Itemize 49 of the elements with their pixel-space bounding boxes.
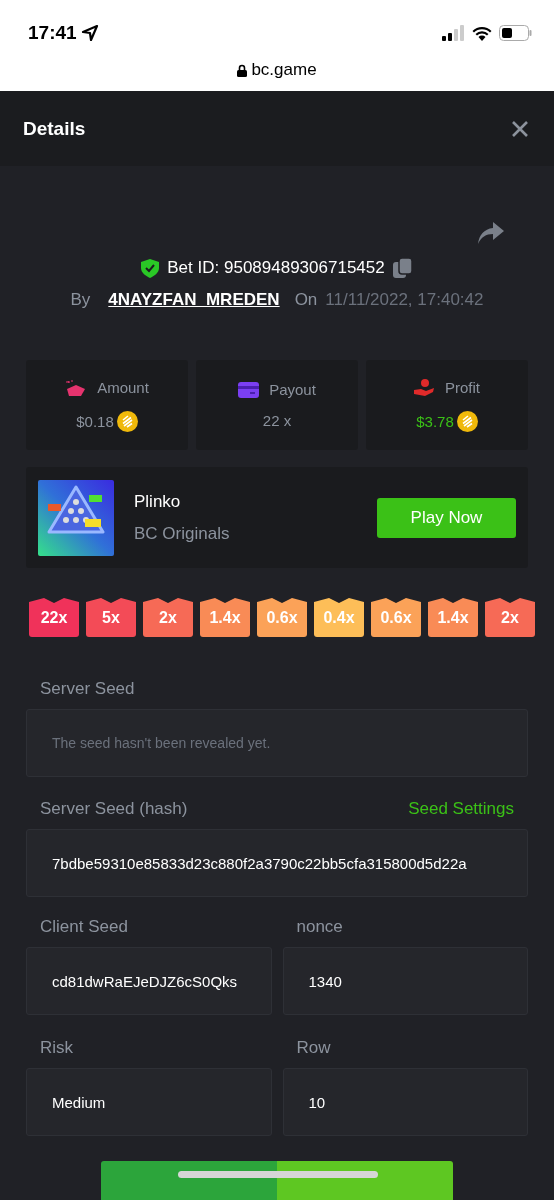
clock: 17:41	[28, 22, 77, 44]
game-title: Plinko	[134, 491, 182, 512]
field-label: nonce	[296, 917, 343, 937]
stat-label: Profit	[445, 379, 480, 396]
tag-icon	[65, 378, 88, 397]
dialog-title: Details	[23, 117, 86, 140]
input-field[interactable]: Medium	[26, 1068, 272, 1136]
stat-label: Payout	[269, 381, 316, 398]
field-label: Client Seed	[40, 917, 128, 937]
seed-settings-link[interactable]: Seed Settings	[408, 799, 514, 819]
multiplier-slot: 2x	[143, 598, 193, 637]
field-label: Risk	[40, 1038, 74, 1058]
multiplier-slot: 1.4x	[200, 598, 250, 637]
by-label: By	[70, 290, 91, 310]
wifi-icon	[471, 25, 493, 41]
stat-value: $3.78	[416, 412, 454, 430]
input-field[interactable]: 10	[282, 1068, 528, 1136]
field-label: Row	[296, 1038, 331, 1058]
game-provider: BC Originals	[134, 523, 231, 544]
multiplier-slot: 1.4x	[428, 598, 478, 637]
multiplier-slot: 0.6x	[371, 598, 421, 637]
shield-check-icon	[141, 258, 160, 278]
bet-id: Bet ID: 95089489306715452	[167, 258, 385, 278]
username-link[interactable]: 4NAYZFAN_MREDEN	[108, 290, 280, 310]
lock-icon	[237, 63, 248, 77]
multiplier-slot: 2x	[485, 598, 535, 637]
share-icon[interactable]	[478, 222, 504, 244]
url[interactable]: bc.game	[251, 60, 317, 80]
field-label: Server Seed (hash)	[40, 799, 188, 819]
input-field[interactable]: 1340	[282, 947, 528, 1015]
multiplier-slot: 5x	[86, 598, 136, 637]
signal-icon	[441, 25, 465, 41]
battery-icon	[499, 25, 532, 41]
stat-label: Amount	[97, 379, 149, 396]
input-field[interactable]: cd81dwRaEJeDJZ6cS0Qks	[26, 947, 272, 1015]
multiplier-slot: 22x	[29, 598, 79, 637]
hand-coin-icon	[414, 378, 435, 397]
multiplier-slot: 0.6x	[257, 598, 307, 637]
server-seed-hash-field[interactable]: 7bdbe59310e85833d23c880f2a3790c22bb5cfa315800d5d22a	[26, 829, 528, 897]
card-icon	[238, 381, 260, 398]
stat-value: 22 x	[262, 412, 292, 429]
close-icon[interactable]	[512, 120, 528, 137]
bet-date: 11/11/2022, 17:40:42	[325, 290, 484, 310]
multiplier-slot: 0.4x	[314, 598, 364, 637]
location-icon	[80, 24, 99, 42]
on-label: On	[294, 290, 318, 310]
stat-value: $0.18	[76, 412, 114, 430]
copy-icon[interactable]	[392, 258, 413, 278]
field-label: Server Seed	[40, 679, 135, 699]
